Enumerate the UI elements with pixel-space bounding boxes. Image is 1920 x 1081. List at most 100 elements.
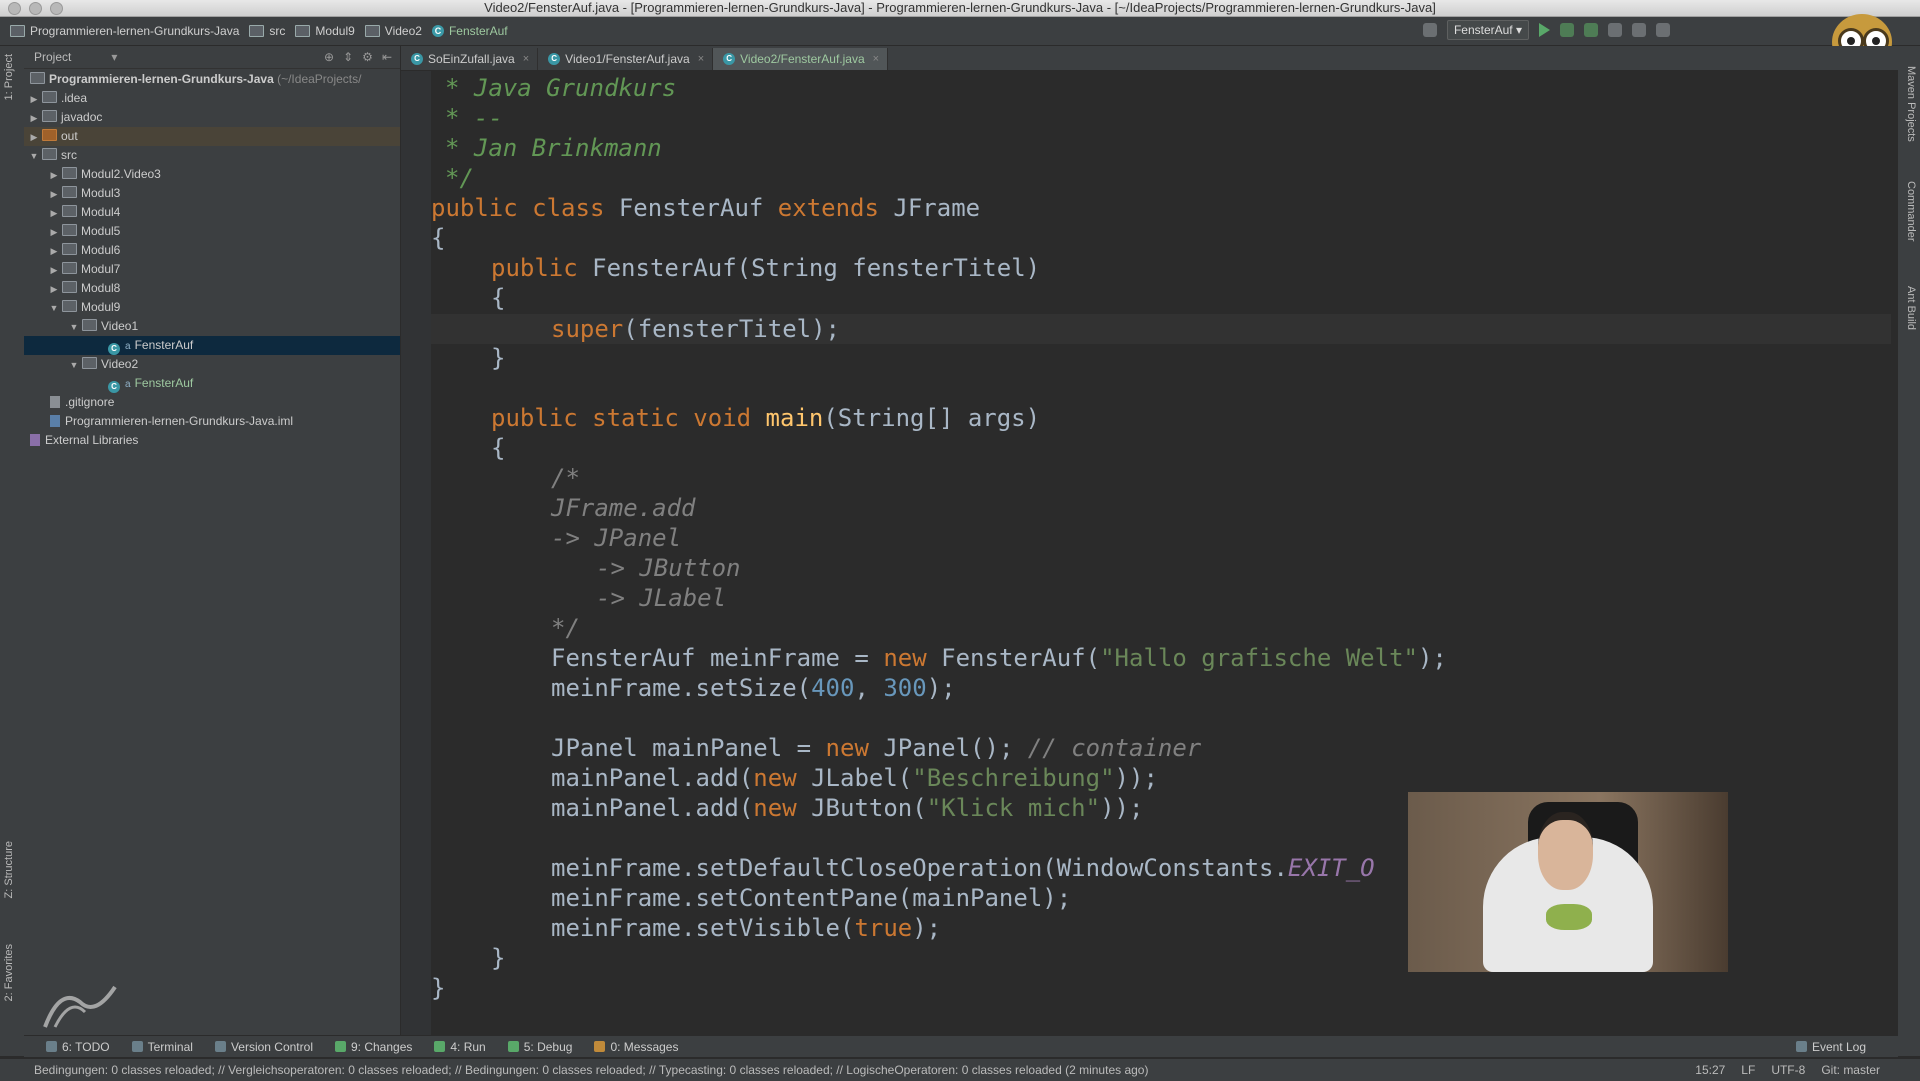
vcs-commit-icon[interactable] [1632, 23, 1646, 37]
expand-arrow-icon[interactable]: ▶ [28, 109, 40, 128]
debug-icon[interactable] [1560, 23, 1574, 37]
terminal-tool-button[interactable]: Terminal [131, 1040, 193, 1054]
java-class-icon: C [431, 25, 444, 37]
tree-item-out[interactable]: ▶ out [24, 127, 400, 146]
window-title-bar: Video2/FensterAuf.java - [Programmieren-… [0, 0, 1920, 17]
tab-project-tool[interactable]: 1: Project [3, 54, 15, 100]
tab-favorites-tool[interactable]: 2: Favorites [3, 944, 15, 1001]
tree-item-javadoc[interactable]: ▶ javadoc [24, 108, 400, 127]
tab-video1-fensterauf[interactable]: C Video1/FensterAuf.java × [538, 48, 714, 70]
expand-arrow-icon[interactable]: ▶ [48, 204, 60, 223]
tab-soeinzufall[interactable]: C SoEinZufall.java × [401, 48, 539, 70]
minimize-window-button[interactable] [29, 2, 42, 15]
tab-ant-build[interactable]: Ant Build [1905, 286, 1917, 330]
changes-tool-button[interactable]: 9: Changes [334, 1040, 412, 1054]
todo-tool-button[interactable]: 6: TODO [46, 1040, 110, 1054]
package-icon [62, 186, 77, 198]
breadcrumb-video2[interactable]: Video2 [364, 24, 422, 38]
tree-item-modul8[interactable]: ▶ Modul8 [24, 279, 400, 298]
coverage-icon[interactable] [1584, 23, 1598, 37]
zoom-window-button[interactable] [50, 2, 63, 15]
close-window-button[interactable] [8, 2, 21, 15]
tree-item-idea[interactable]: ▶ .idea [24, 89, 400, 108]
event-log-button[interactable]: Event Log [1795, 1040, 1866, 1054]
tree-item-modul5[interactable]: ▶ Modul5 [24, 222, 400, 241]
java-class-icon: C [108, 343, 120, 355]
breadcrumb-modul9[interactable]: Modul9 [295, 24, 355, 38]
messages-icon [594, 1041, 606, 1052]
tree-item-iml[interactable]: Programmieren-lernen-Grundkurs-Java.iml [24, 412, 400, 431]
gear-icon[interactable]: ⚙ [362, 50, 373, 64]
collapse-arrow-icon[interactable]: ▼ [68, 356, 80, 375]
code-line: -> JButton [596, 554, 741, 582]
tab-maven-projects[interactable]: Maven Projects [1905, 66, 1917, 142]
expand-arrow-icon[interactable]: ▶ [48, 261, 60, 280]
tree-item-modul3[interactable]: ▶ Modul3 [24, 184, 400, 203]
tree-item-modul4[interactable]: ▶ Modul4 [24, 203, 400, 222]
locate-icon[interactable]: ⊕ [324, 50, 334, 64]
tab-commander[interactable]: Commander [1905, 181, 1917, 242]
hide-icon[interactable]: ⇤ [382, 50, 392, 64]
git-branch[interactable]: Git: master [1821, 1063, 1880, 1077]
left-tool-strip: 1: Project Z: Structure 2: Favorites [0, 46, 25, 1056]
messages-tool-button[interactable]: 0: Messages [594, 1040, 678, 1054]
code-line: public class FensterAuf extends JFrame [431, 194, 981, 222]
expand-arrow-icon[interactable]: ▶ [48, 223, 60, 242]
collapse-arrow-icon[interactable]: ▼ [28, 147, 40, 166]
close-tab-icon[interactable]: × [873, 48, 879, 70]
collapse-arrow-icon[interactable]: ▼ [68, 318, 80, 337]
run-configuration-select[interactable]: FensterAuf ▾ [1446, 20, 1529, 40]
run-icon[interactable] [1539, 23, 1550, 37]
package-icon [82, 357, 97, 369]
debug-icon [507, 1041, 519, 1052]
expand-arrow-icon[interactable]: ▶ [48, 185, 60, 204]
run-tool-button[interactable]: 4: Run [434, 1040, 486, 1054]
tree-item-modul7[interactable]: ▶ Modul7 [24, 260, 400, 279]
tree-item-gitignore[interactable]: .gitignore [24, 393, 400, 412]
line-separator[interactable]: LF [1741, 1063, 1755, 1077]
project-view-select[interactable]: Project [34, 50, 71, 64]
code-line: JPanel mainPanel = new JPanel(); // cont… [551, 734, 1202, 762]
expand-arrow-icon[interactable]: ▶ [28, 128, 40, 147]
settings-icon[interactable] [1656, 23, 1670, 37]
build-icon[interactable] [1422, 23, 1437, 37]
tree-item-modul9[interactable]: ▼ Modul9 [24, 298, 400, 317]
tree-item-video2-fensterauf[interactable]: Ca FensterAuf [24, 374, 400, 393]
debug-tool-button[interactable]: 5: Debug [507, 1040, 572, 1054]
editor-gutter[interactable] [401, 71, 431, 1046]
expand-arrow-icon[interactable]: ▶ [48, 166, 60, 185]
collapse-arrow-icon[interactable]: ▼ [48, 299, 60, 318]
caret-position[interactable]: 15:27 [1695, 1063, 1725, 1077]
tree-item-src[interactable]: ▼ src [24, 146, 400, 165]
terminal-icon [131, 1041, 143, 1052]
tree-item-video1-fensterauf[interactable]: Ca FensterAuf [24, 336, 400, 355]
status-message[interactable]: Bedingungen: 0 classes reloaded; // Verg… [34, 1063, 1634, 1077]
version-control-tool-button[interactable]: Version Control [214, 1040, 313, 1054]
tree-item-external-libraries[interactable]: External Libraries [24, 431, 400, 450]
file-encoding[interactable]: UTF-8 [1771, 1063, 1805, 1077]
tab-video2-fensterauf[interactable]: C Video2/FensterAuf.java × [713, 48, 889, 70]
breadcrumb-fensterauf[interactable]: C FensterAuf [431, 24, 508, 38]
folder-icon [42, 91, 57, 103]
expand-arrow-icon[interactable]: ▶ [28, 90, 40, 109]
breadcrumb-src[interactable]: src [249, 24, 285, 38]
expand-arrow-icon[interactable]: ▶ [48, 280, 60, 299]
vcs-update-icon[interactable] [1608, 23, 1622, 37]
folder-icon [42, 110, 57, 122]
expand-arrow-icon[interactable]: ▶ [48, 242, 60, 261]
breadcrumb-project[interactable]: Programmieren-lernen-Grundkurs-Java [10, 24, 239, 38]
tree-item-modul6[interactable]: ▶ Modul6 [24, 241, 400, 260]
tree-item-root[interactable]: Programmieren-lernen-Grundkurs-Java (~/I… [24, 70, 400, 89]
tab-structure-tool[interactable]: Z: Structure [3, 841, 15, 898]
java-class-icon: C [548, 53, 561, 65]
close-tab-icon[interactable]: × [698, 48, 704, 70]
tree-item-modul2-video3[interactable]: ▶ Modul2.Video3 [24, 165, 400, 184]
tree-item-video1[interactable]: ▼ Video1 [24, 317, 400, 336]
close-tab-icon[interactable]: × [523, 48, 529, 70]
window-controls[interactable] [8, 2, 63, 15]
code-line: */ [445, 164, 474, 192]
status-bar: Bedingungen: 0 classes reloaded; // Verg… [0, 1058, 1920, 1081]
collapse-icon[interactable]: ⇕ [343, 50, 353, 64]
tree-item-video2[interactable]: ▼ Video2 [24, 355, 400, 374]
code-line: * Java Grundkurs [445, 74, 677, 102]
